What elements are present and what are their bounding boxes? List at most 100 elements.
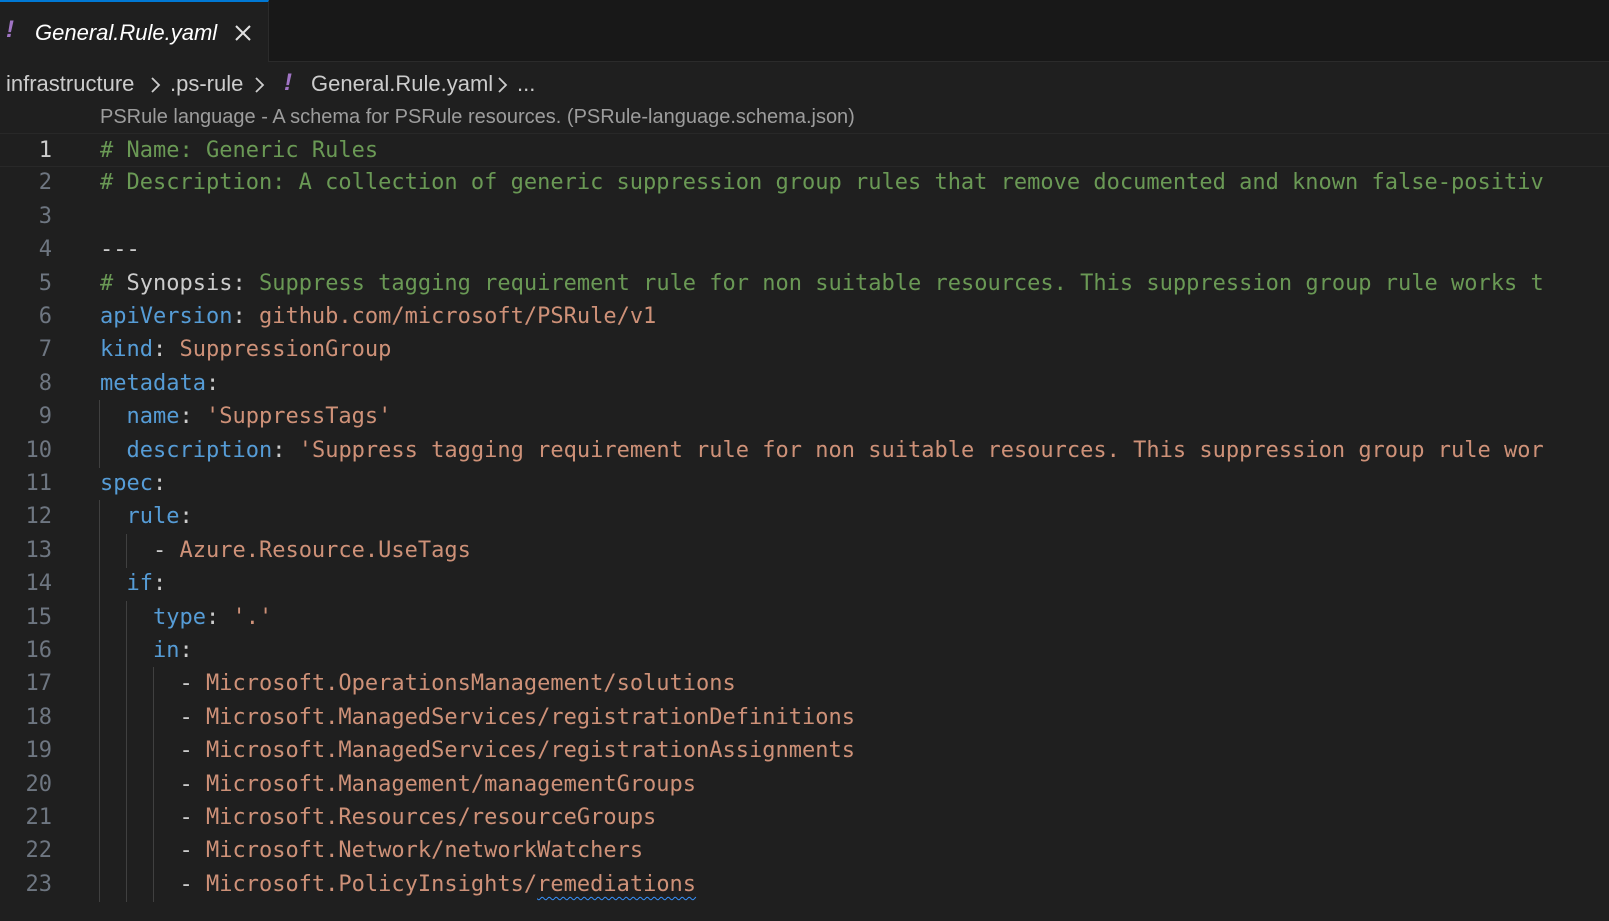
code-text[interactable]: --- xyxy=(100,237,140,262)
breadcrumb-item-symbols[interactable]: ... xyxy=(517,71,535,97)
chevron-right-icon xyxy=(151,77,161,93)
code-token: # Description: A collection of generic s… xyxy=(100,170,1544,195)
line-number[interactable]: 4 xyxy=(0,237,52,262)
line-number[interactable]: 5 xyxy=(0,271,52,296)
code-text[interactable]: type: '.' xyxy=(100,605,272,630)
code-token: Microsoft.Network/networkWatchers xyxy=(205,838,644,863)
code-text[interactable]: - Microsoft.Resources/resourceGroups xyxy=(100,805,656,830)
code-line[interactable]: 2 # Description: A collection of generic … xyxy=(0,166,1609,200)
line-number[interactable]: 21 xyxy=(0,805,53,830)
code-token: kind xyxy=(100,337,153,362)
tab-general-rule-yaml[interactable]: ! General.Rule.yaml xyxy=(0,0,269,62)
line-number[interactable]: 19 xyxy=(0,738,53,763)
code-token: : xyxy=(153,571,167,596)
code-text[interactable]: # Synopsis: Suppress tagging requirement… xyxy=(100,271,1544,296)
line-number[interactable]: 2 xyxy=(0,170,52,195)
code-token: Suppress tagging requirement rule for no… xyxy=(245,271,1544,296)
line-number[interactable]: 8 xyxy=(0,371,52,396)
code-line[interactable]: 15 type: '.' xyxy=(0,601,1609,635)
breadcrumb-item-file[interactable]: General.Rule.yaml xyxy=(311,71,493,97)
line-number[interactable]: 18 xyxy=(0,705,53,730)
code-line[interactable]: 11 spec: xyxy=(0,467,1609,501)
code-text[interactable]: apiVersion: github.com/microsoft/PSRule/… xyxy=(100,304,656,329)
close-icon[interactable] xyxy=(230,20,256,46)
line-number[interactable]: 10 xyxy=(0,438,53,463)
code-line[interactable]: 10 description: 'Suppress tagging requir… xyxy=(0,434,1609,468)
code-token: : xyxy=(205,605,233,630)
line-number[interactable]: 11 xyxy=(0,471,53,496)
code-line[interactable]: 5 # Synopsis: Suppress tagging requiremen… xyxy=(0,267,1609,301)
code-text[interactable]: - Microsoft.ManagedServices/registration… xyxy=(100,738,855,763)
code-line[interactable]: 12 rule: xyxy=(0,500,1609,534)
schema-code-lens[interactable]: PSRule language - A schema for PSRule re… xyxy=(100,106,855,129)
chevron-right-icon xyxy=(498,77,508,93)
line-number[interactable]: 3 xyxy=(0,204,52,229)
code-token: # Name: Generic Rules xyxy=(100,138,379,163)
code-line[interactable]: 23 - Microsoft.PolicyInsights/remediatio… xyxy=(0,868,1609,902)
code-text[interactable]: spec: xyxy=(100,471,166,496)
code-line[interactable]: 13 - Azure.Resource.UseTags xyxy=(0,534,1609,568)
line-number[interactable]: 1 xyxy=(0,138,52,163)
code-text[interactable]: - Microsoft.OperationsManagement/solutio… xyxy=(100,671,735,696)
code-token: metadata xyxy=(100,371,206,396)
code-line[interactable]: 6 apiVersion: github.com/microsoft/PSRule… xyxy=(0,300,1609,334)
code-text[interactable]: - Microsoft.Management/managementGroups xyxy=(100,772,696,797)
code-token: --- xyxy=(100,237,140,262)
code-text[interactable]: - Microsoft.ManagedServices/registration… xyxy=(100,705,855,730)
chevron-right-icon xyxy=(255,77,265,93)
code-text[interactable]: if: xyxy=(100,571,167,596)
code-text[interactable]: description: 'Suppress tagging requireme… xyxy=(100,438,1544,463)
line-number[interactable]: 20 xyxy=(0,772,53,797)
code-text[interactable]: kind: SuppressionGroup xyxy=(100,337,391,362)
line-number[interactable]: 12 xyxy=(0,504,53,529)
code-token: rule xyxy=(126,504,180,529)
code-line[interactable]: 19 - Microsoft.ManagedServices/registrat… xyxy=(0,734,1609,768)
yaml-file-icon: ! xyxy=(6,16,14,43)
code-text[interactable]: in: xyxy=(100,638,193,663)
code-text[interactable]: - Azure.Resource.UseTags xyxy=(100,538,471,563)
code-line[interactable]: 14 if: xyxy=(0,567,1609,601)
line-number[interactable]: 16 xyxy=(0,638,53,663)
breadcrumb: infrastructure .ps-rule ! General.Rule.y… xyxy=(0,62,1609,108)
line-number[interactable]: 15 xyxy=(0,605,53,630)
code-editor[interactable]: 1 # Name: Generic Rules 2 # Description: A … xyxy=(0,133,1609,921)
line-number[interactable]: 9 xyxy=(0,404,52,429)
code-text[interactable]: rule: xyxy=(100,504,193,529)
code-token: in xyxy=(152,638,180,663)
code-text[interactable]: metadata: xyxy=(100,371,219,396)
code-line[interactable]: 16 in: xyxy=(0,634,1609,668)
code-line[interactable]: 9 name: 'SuppressTags' xyxy=(0,400,1609,434)
code-text[interactable]: # Description: A collection of generic s… xyxy=(100,170,1544,195)
code-text[interactable]: # Name: Generic Rules xyxy=(100,138,378,163)
line-number[interactable]: 23 xyxy=(0,872,53,897)
code-line[interactable]: 20 - Microsoft.Management/managementGrou… xyxy=(0,768,1609,802)
code-line[interactable]: 21 - Microsoft.Resources/resourceGroups xyxy=(0,801,1609,835)
yaml-file-icon: ! xyxy=(284,69,292,96)
code-token: : xyxy=(272,438,299,463)
code-token: : xyxy=(205,371,220,396)
code-line[interactable]: 1 # Name: Generic Rules xyxy=(0,133,1609,167)
code-text[interactable]: - Microsoft.PolicyInsights/remediations xyxy=(100,872,696,897)
code-token: remediations xyxy=(537,872,697,897)
breadcrumb-item-ps-rule[interactable]: .ps-rule xyxy=(170,71,243,97)
line-number[interactable]: 13 xyxy=(0,538,53,563)
code-line[interactable]: 22 - Microsoft.Network/networkWatchers xyxy=(0,834,1609,868)
code-token: - xyxy=(100,872,206,897)
code-text[interactable]: name: 'SuppressTags' xyxy=(100,404,392,429)
line-number[interactable]: 22 xyxy=(0,838,53,863)
code-token: - xyxy=(100,538,180,563)
code-text[interactable]: - Microsoft.Network/networkWatchers xyxy=(100,838,643,863)
breadcrumb-item-infrastructure[interactable]: infrastructure xyxy=(6,71,134,97)
code-line[interactable]: 18 - Microsoft.ManagedServices/registrat… xyxy=(0,701,1609,735)
code-line[interactable]: 17 - Microsoft.OperationsManagement/solu… xyxy=(0,667,1609,701)
line-number[interactable]: 17 xyxy=(0,671,53,696)
code-line[interactable]: 7 kind: SuppressionGroup xyxy=(0,333,1609,367)
code-line[interactable]: 4 --- xyxy=(0,233,1609,267)
code-line[interactable]: 3 xyxy=(0,200,1609,234)
line-number[interactable]: 6 xyxy=(0,304,52,329)
code-token: type xyxy=(152,605,206,630)
code-line[interactable]: 8 metadata: xyxy=(0,367,1609,401)
code-token: Microsoft.ManagedServices/registrationDe… xyxy=(205,705,855,730)
line-number[interactable]: 14 xyxy=(0,571,53,596)
line-number[interactable]: 7 xyxy=(0,337,52,362)
